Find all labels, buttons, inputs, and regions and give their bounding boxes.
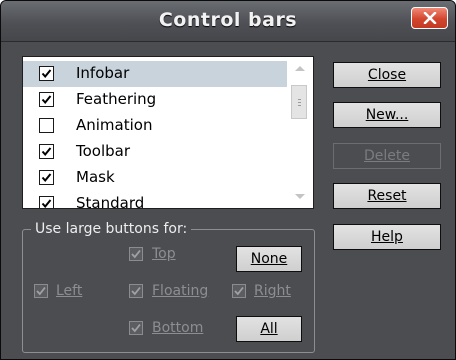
close-window-button[interactable] [411,7,448,29]
grip-line [298,99,301,100]
all-button[interactable]: All [236,316,302,342]
triangle-up-icon [295,66,305,71]
group-label: Use large buttons for: [31,221,192,237]
delete-button-label: Delete [364,148,410,164]
grip-line [298,105,301,106]
close-icon [423,12,436,24]
close-button[interactable]: Close [333,62,441,88]
floating-checkbox[interactable] [129,284,143,298]
list-item-toolbar[interactable]: Toolbar [23,139,287,165]
bottom-label: Bottom [152,320,204,336]
control-bars-list[interactable]: Infobar Feathering Animation Toolbar Mas… [22,56,314,209]
reset-button[interactable]: Reset [333,183,441,209]
left-checkbox[interactable] [34,284,48,298]
standard-checkbox[interactable] [39,196,54,208]
list-item-label: Animation [76,116,153,134]
grip-line [298,102,301,103]
list-item-label: Mask [76,168,115,186]
close-button-label: Close [367,67,407,83]
list-item-animation[interactable]: Animation [23,113,287,139]
top-label: Top [152,246,176,262]
bottom-checkbox[interactable] [129,321,143,335]
checkmark-icon [41,95,52,105]
new-button-label: New... [365,107,409,123]
list-item-label: Feathering [76,90,157,108]
new-button[interactable]: New... [333,102,441,128]
all-button-label: All [260,321,278,337]
list-item-infobar[interactable]: Infobar [23,61,287,87]
list-item-label: Toolbar [76,142,131,160]
list-item-label: Standard [76,194,145,209]
checkmark-icon [234,286,244,296]
reset-button-label: Reset [367,188,407,204]
checkmark-icon [41,173,52,183]
animation-checkbox[interactable] [39,118,54,133]
checkmark-icon [131,323,141,333]
none-button-label: None [250,251,288,267]
scroll-thumb[interactable] [291,85,307,119]
feathering-checkbox[interactable] [39,92,54,107]
none-button[interactable]: None [236,246,302,272]
list-item-feathering[interactable]: Feathering [23,87,287,113]
infobar-checkbox[interactable] [39,66,54,81]
list-item-mask[interactable]: Mask [23,165,287,191]
list-item-label: Infobar [76,64,130,82]
list-scrollbar[interactable] [287,57,313,208]
checkmark-icon [131,249,141,259]
right-checkbox[interactable] [232,284,246,298]
checkmark-icon [41,199,52,208]
checkmark-icon [36,286,46,296]
mask-checkbox[interactable] [39,170,54,185]
scroll-down-button[interactable] [287,184,313,208]
title-bar[interactable]: Control bars [1,1,455,42]
control-bars-dialog: Control bars Infobar Feathering Animatio… [0,0,456,360]
dialog-body: Infobar Feathering Animation Toolbar Mas… [2,42,454,359]
help-button-label: Help [371,229,403,245]
checkmark-icon [41,69,52,79]
scroll-track[interactable] [287,81,313,184]
delete-button[interactable]: Delete [333,143,441,169]
scroll-up-button[interactable] [287,57,313,81]
list-item-standard[interactable]: Standard [23,191,287,209]
help-button[interactable]: Help [333,224,441,250]
top-checkbox[interactable] [129,247,143,261]
triangle-down-icon [295,194,305,199]
dialog-title: Control bars [158,9,298,31]
checkmark-icon [41,147,52,157]
right-label: Right [254,283,291,299]
floating-label: Floating [152,283,209,299]
toolbar-checkbox[interactable] [39,144,54,159]
left-label: Left [56,283,83,299]
large-buttons-group: Use large buttons for: Top Left Floating [22,221,315,353]
checkmark-icon [131,286,141,296]
